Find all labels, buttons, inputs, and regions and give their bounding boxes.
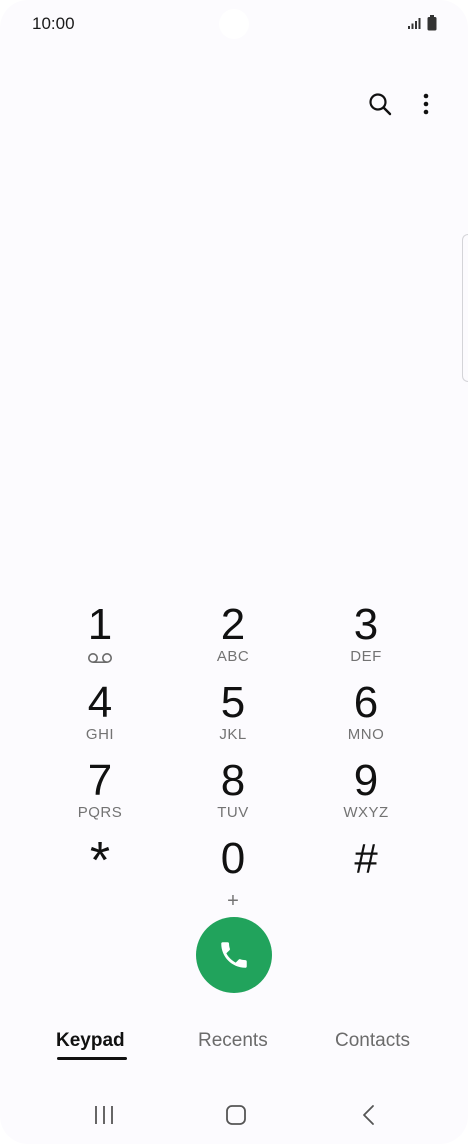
- search-icon: [369, 93, 392, 116]
- phone-icon: [221, 942, 247, 968]
- key-star[interactable]: *: [35, 834, 165, 908]
- key-3[interactable]: 3 DEF: [301, 600, 431, 674]
- home-nav-button[interactable]: [216, 1102, 256, 1128]
- key-digit: 5: [220, 678, 246, 727]
- recents-nav-button[interactable]: [84, 1102, 124, 1128]
- key-letters: DEF: [350, 648, 382, 665]
- key-digit: 4: [87, 678, 113, 727]
- tab-keypad[interactable]: Keypad: [56, 1030, 125, 1052]
- key-letters: ABC: [216, 648, 250, 665]
- more-vert-icon: [423, 93, 429, 115]
- search-button[interactable]: [362, 86, 398, 122]
- more-options-button[interactable]: [408, 86, 444, 122]
- tab-recents[interactable]: Recents: [198, 1030, 268, 1052]
- call-button[interactable]: [196, 917, 272, 993]
- tab-contacts[interactable]: Contacts: [335, 1030, 410, 1052]
- status-time: 10:00: [32, 14, 75, 33]
- key-letters: GHI: [85, 726, 115, 743]
- edge-panel-handle[interactable]: [462, 234, 468, 382]
- key-digit: *: [89, 832, 111, 890]
- key-2[interactable]: 2 ABC: [168, 600, 298, 674]
- phone-screen: 10:00 1 2 ABC 3 DEF 4 GHI 5 JKL 6 MNO 7 …: [0, 0, 468, 1144]
- key-digit: 7: [87, 756, 113, 805]
- signal-icon: [408, 18, 421, 29]
- key-letters: JKL: [219, 726, 247, 743]
- key-7[interactable]: 7 PQRS: [35, 756, 165, 830]
- key-hash[interactable]: #: [301, 834, 431, 908]
- key-6[interactable]: 6 MNO: [301, 678, 431, 752]
- bottom-tabs: Keypad Recents Contacts: [0, 1030, 468, 1070]
- battery-icon: [427, 15, 437, 31]
- back-icon: [363, 1105, 374, 1125]
- active-tab-indicator: [57, 1057, 127, 1060]
- home-icon: [226, 1105, 246, 1125]
- voicemail-icon: [88, 653, 112, 663]
- key-9[interactable]: 9 WXYZ: [301, 756, 431, 830]
- key-letters: +: [227, 890, 239, 912]
- key-digit: 9: [353, 756, 379, 805]
- key-digit: 3: [353, 600, 379, 649]
- key-0[interactable]: 0 +: [168, 834, 298, 912]
- key-digit: 6: [353, 678, 379, 727]
- key-letters: WXYZ: [343, 804, 389, 821]
- key-5[interactable]: 5 JKL: [168, 678, 298, 752]
- key-8[interactable]: 8 TUV: [168, 756, 298, 830]
- navigation-bar: [0, 1090, 468, 1140]
- key-digit: #: [354, 835, 378, 882]
- key-4[interactable]: 4 GHI: [35, 678, 165, 752]
- key-digit: 1: [87, 600, 113, 649]
- key-digit: 8: [220, 756, 246, 805]
- status-bar: 10:00: [0, 0, 468, 48]
- key-letters: MNO: [347, 726, 385, 743]
- key-1[interactable]: 1: [35, 600, 165, 674]
- front-camera: [219, 9, 249, 39]
- key-digit: 2: [220, 600, 246, 649]
- recents-icon: [95, 1106, 113, 1124]
- key-digit: 0: [220, 834, 246, 883]
- back-nav-button[interactable]: [348, 1102, 388, 1128]
- key-letters: TUV: [217, 804, 249, 821]
- key-letters: PQRS: [77, 804, 123, 821]
